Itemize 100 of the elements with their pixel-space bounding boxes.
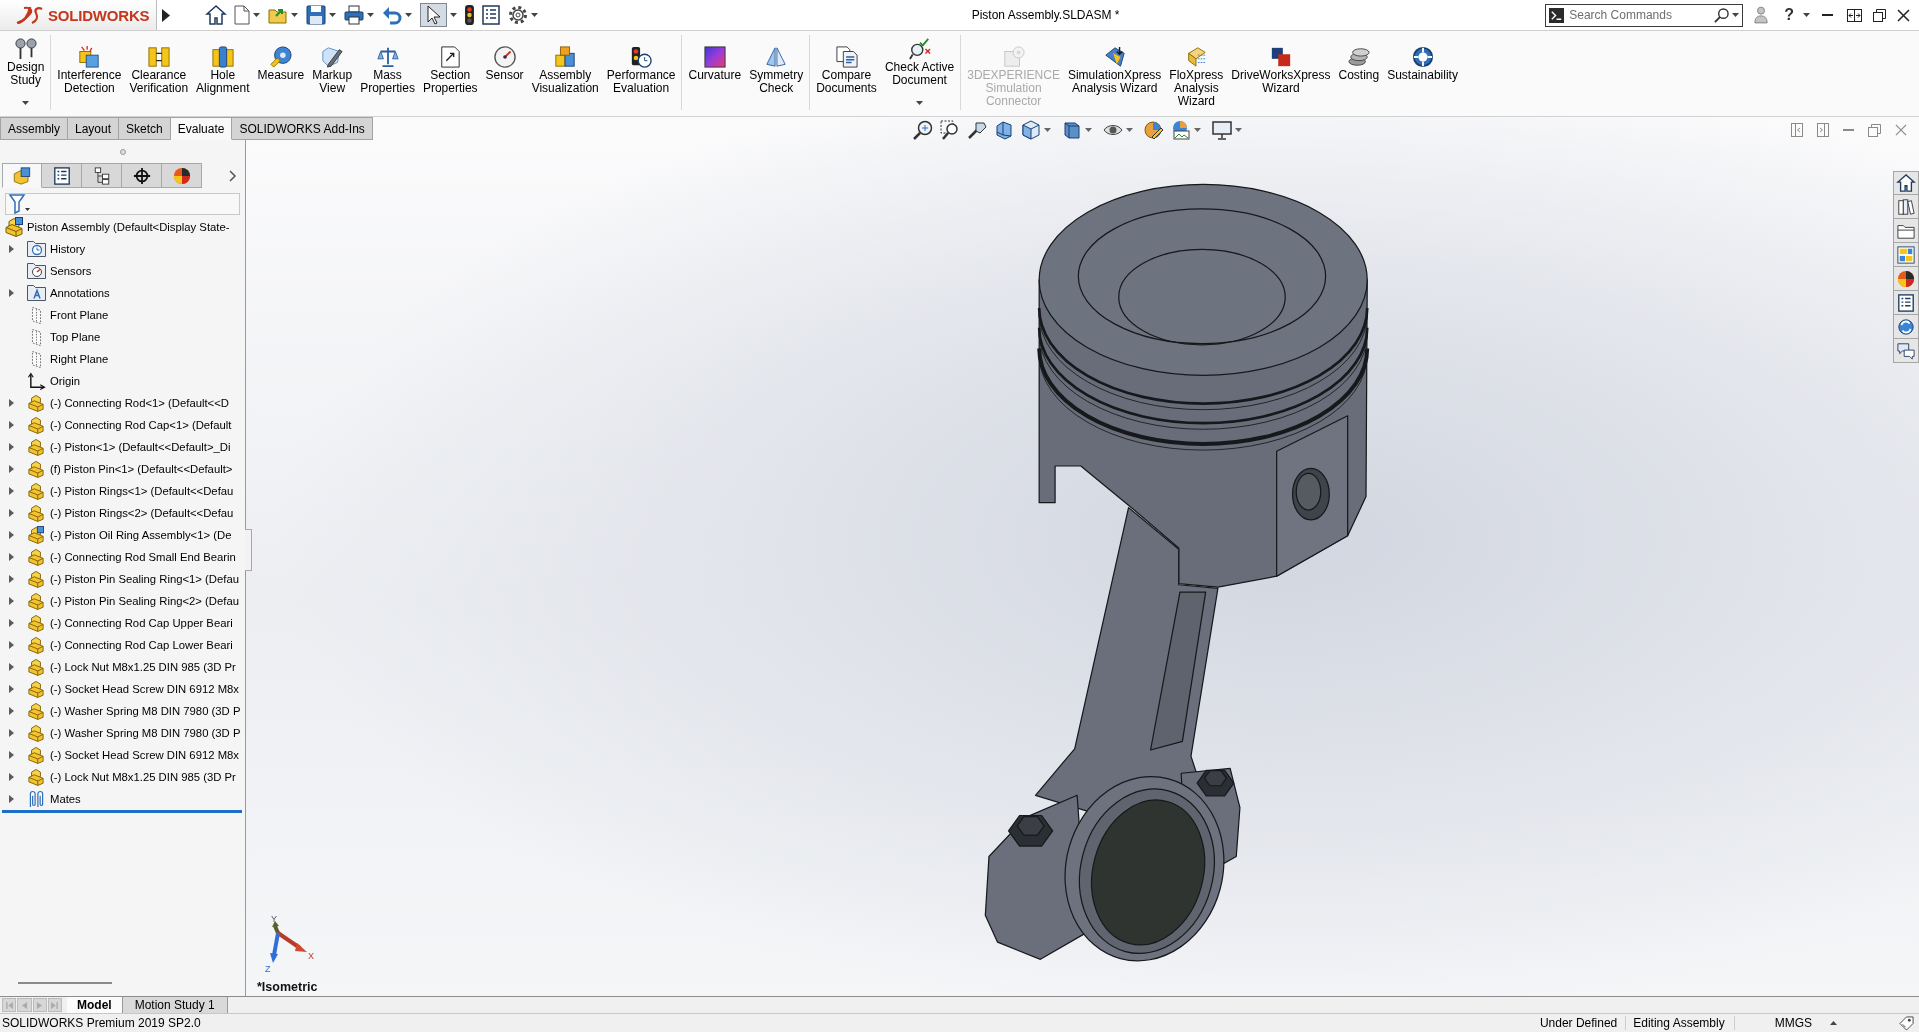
caret-icon[interactable] bbox=[1125, 128, 1133, 132]
new-document-icon[interactable] bbox=[234, 5, 250, 25]
tree-item[interactable]: (-) Washer Spring M8 DIN 7980 (3D P bbox=[50, 705, 241, 717]
expand-arrow-icon[interactable] bbox=[8, 289, 14, 297]
task-pane-tab[interactable] bbox=[1893, 315, 1919, 339]
expand-arrow-icon[interactable] bbox=[8, 663, 14, 671]
caret-icon[interactable] bbox=[1234, 128, 1242, 132]
ribbon-button[interactable]: Compare Documents bbox=[812, 35, 881, 95]
task-pane-tab[interactable] bbox=[1893, 339, 1919, 363]
user-icon[interactable] bbox=[1754, 6, 1769, 24]
cube-icon[interactable] bbox=[1020, 120, 1041, 140]
manager-tab[interactable] bbox=[122, 163, 162, 188]
fit-width-icon[interactable] bbox=[1847, 8, 1862, 22]
tree-item[interactable]: Right Plane bbox=[50, 353, 109, 365]
manager-tab[interactable] bbox=[82, 163, 122, 188]
expand-arrow-icon[interactable] bbox=[8, 487, 14, 495]
tree-item[interactable]: (-) Piston<1> (Default<<Default>_Di bbox=[50, 441, 231, 453]
units-selector[interactable]: MMGS bbox=[1774, 1016, 1812, 1030]
caret-icon[interactable] bbox=[1084, 128, 1092, 132]
caret-icon[interactable] bbox=[329, 13, 336, 17]
expand-arrow-icon[interactable] bbox=[8, 795, 14, 803]
bottom-tab[interactable]: Motion Study 1 bbox=[122, 997, 228, 1013]
tree-item[interactable]: (-) Lock Nut M8x1.25 DIN 985 (3D Pr bbox=[50, 661, 236, 673]
flashlight-icon[interactable] bbox=[966, 120, 987, 140]
expand-arrow-icon[interactable] bbox=[8, 575, 14, 583]
ribbon-button[interactable]: Symmetry Check bbox=[745, 35, 808, 95]
ribbon-button[interactable]: Design Study bbox=[3, 35, 49, 105]
bottom-tab[interactable]: Model bbox=[67, 997, 123, 1013]
close-icon[interactable] bbox=[1897, 8, 1910, 22]
tree-item[interactable]: History bbox=[50, 243, 86, 255]
command-tab[interactable]: Assembly bbox=[0, 117, 68, 140]
flyout-arrow-icon[interactable] bbox=[162, 8, 170, 22]
ribbon-button[interactable]: Interference Detection bbox=[53, 35, 126, 95]
tree-item[interactable]: (-) Socket Head Screw DIN 6912 M8x bbox=[50, 683, 239, 695]
ribbon-button[interactable]: Sensor bbox=[481, 35, 528, 82]
expand-arrow-icon[interactable] bbox=[8, 707, 14, 715]
ribbon-button[interactable]: Sustainability bbox=[1383, 35, 1462, 82]
caret-icon[interactable] bbox=[1193, 128, 1201, 132]
tree-item[interactable]: (-) Connecting Rod<1> (Default<<D bbox=[50, 397, 229, 409]
caret-icon[interactable] bbox=[450, 13, 457, 17]
command-tab[interactable]: Sketch bbox=[119, 117, 171, 140]
tree-item[interactable]: Origin bbox=[50, 375, 81, 387]
expand-arrow-icon[interactable] bbox=[8, 399, 14, 407]
print-icon[interactable] bbox=[344, 5, 364, 25]
ribbon-button[interactable]: Measure bbox=[253, 35, 309, 82]
tile-right-icon[interactable] bbox=[1817, 123, 1829, 137]
home-icon[interactable] bbox=[206, 5, 226, 25]
search-field[interactable]: Search Commands bbox=[1545, 3, 1744, 27]
expand-arrow-icon[interactable] bbox=[8, 641, 14, 649]
tree-item[interactable]: Piston Assembly (Default<Display State- bbox=[27, 221, 230, 233]
expand-arrow-icon[interactable] bbox=[8, 553, 14, 561]
command-tab[interactable]: SOLIDWORKS Add-Ins bbox=[232, 117, 373, 140]
ribbon-button[interactable]: Hole Alignment bbox=[192, 35, 254, 95]
save-icon[interactable] bbox=[306, 5, 326, 25]
caret-icon[interactable] bbox=[405, 13, 412, 17]
expand-arrow-icon[interactable] bbox=[8, 597, 14, 605]
command-tab[interactable]: Layout bbox=[68, 117, 120, 140]
expand-arrow-icon[interactable] bbox=[8, 509, 14, 517]
caret-icon[interactable] bbox=[367, 13, 374, 17]
task-pane-tab[interactable] bbox=[1893, 195, 1919, 219]
grip-dot-icon[interactable] bbox=[119, 148, 126, 155]
expand-arrow-icon[interactable] bbox=[8, 443, 14, 451]
select-button[interactable] bbox=[420, 3, 447, 27]
expand-arrow-icon[interactable] bbox=[8, 245, 14, 253]
expand-arrow-icon[interactable] bbox=[8, 729, 14, 737]
expand-arrow-icon[interactable] bbox=[8, 685, 14, 693]
expand-arrow-icon[interactable] bbox=[8, 619, 14, 627]
task-pane-tab[interactable] bbox=[1893, 219, 1919, 243]
ribbon-button[interactable]: Curvature bbox=[684, 35, 746, 82]
caret-icon[interactable] bbox=[531, 13, 538, 17]
tree-item[interactable]: (-) Piston Rings<2> (Default<<Defau bbox=[50, 507, 234, 519]
zoom-area-icon[interactable] bbox=[939, 120, 960, 140]
ribbon-button[interactable]: Performance Evaluation bbox=[602, 35, 680, 95]
caret-up-icon[interactable] bbox=[1830, 1021, 1837, 1025]
section-cube-icon[interactable] bbox=[993, 120, 1014, 140]
horizontal-scrollbar[interactable] bbox=[18, 982, 112, 984]
ribbon-button[interactable]: FloXpress Analysis Wizard bbox=[1165, 35, 1228, 108]
scene-icon[interactable] bbox=[1170, 120, 1191, 140]
ribbon-button[interactable]: Assembly Visualization bbox=[527, 35, 603, 95]
tree-item[interactable]: (-) Connecting Rod Cap<1> (Default bbox=[50, 419, 232, 431]
search-icon[interactable] bbox=[1714, 7, 1730, 23]
monitor-icon[interactable] bbox=[1211, 120, 1232, 140]
tile-left-icon[interactable] bbox=[1791, 123, 1803, 137]
tag-icon[interactable] bbox=[1899, 1015, 1914, 1031]
tree-item[interactable]: (-) Piston Pin Sealing Ring<2> (Defau bbox=[50, 595, 239, 607]
logo-button[interactable]: SOLIDWORKS bbox=[0, 0, 157, 30]
task-pane-tab[interactable] bbox=[1893, 267, 1919, 291]
tree-item[interactable]: (-) Washer Spring M8 DIN 7980 (3D P bbox=[50, 727, 241, 739]
task-pane-tab[interactable] bbox=[1893, 171, 1919, 195]
caret-icon[interactable] bbox=[1732, 13, 1740, 17]
task-pane-tab[interactable] bbox=[1893, 291, 1919, 315]
tree-item[interactable]: Top Plane bbox=[50, 331, 101, 343]
traffic-light-icon[interactable] bbox=[465, 5, 474, 25]
settings-icon[interactable] bbox=[508, 5, 528, 25]
ribbon-button[interactable]: Clearance Verification bbox=[125, 35, 193, 95]
tree-item[interactable]: (-) Connecting Rod Cap Upper Beari bbox=[50, 617, 233, 629]
ribbon-button[interactable]: DriveWorksXpress Wizard bbox=[1227, 35, 1335, 95]
chevron-right-icon[interactable] bbox=[229, 169, 236, 182]
ribbon-button[interactable]: SimulationXpress Analysis Wizard bbox=[1063, 35, 1166, 95]
expand-arrow-icon[interactable] bbox=[8, 465, 14, 473]
